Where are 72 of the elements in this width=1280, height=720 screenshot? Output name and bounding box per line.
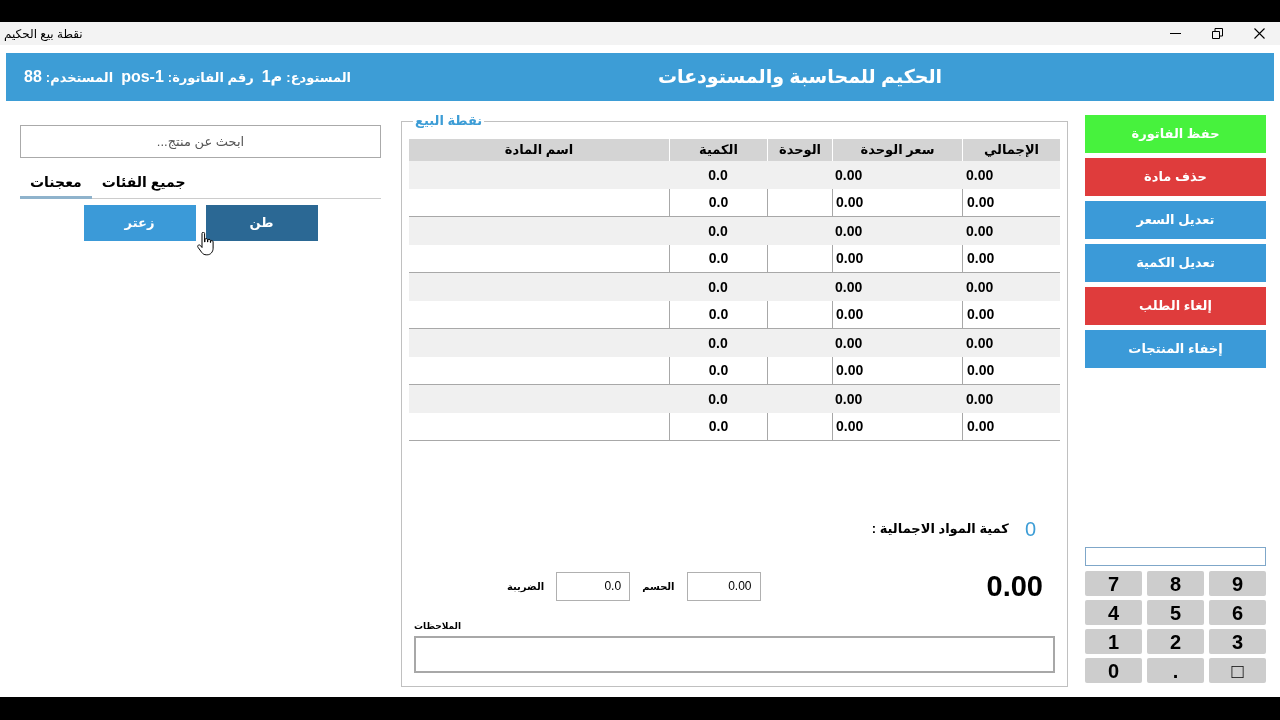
table-cell: 0.0 (669, 301, 767, 328)
info-value: 88 (24, 67, 42, 87)
table-cell-text: 0.00 (965, 277, 995, 297)
tax-field[interactable]: 0.0 (556, 571, 631, 601)
search-field[interactable]: ابحث عن منتج... (20, 125, 381, 158)
table-cell-text: 0.0 (707, 165, 729, 185)
keypad-key[interactable]: □ (1209, 658, 1266, 683)
table-cell-text: 0.00 (834, 389, 864, 409)
table-cell-text: 0.00 (965, 221, 995, 241)
panel-legend: نقطة البيع (413, 113, 485, 129)
notes-label: الملاحظات (414, 620, 461, 634)
keypad-key[interactable]: 8 (1147, 571, 1204, 596)
table-cell: 0.0 (669, 245, 767, 272)
table-cell: 0.00 (832, 189, 962, 216)
keypad-display[interactable] (1085, 547, 1266, 566)
keypad-key[interactable]: 7 (1085, 571, 1142, 596)
table-cell-text: 0.0 (707, 333, 729, 353)
table-cell: 0.00 (832, 413, 962, 440)
keypad-key[interactable]: . (1147, 658, 1204, 683)
table-cell: 0.00 (832, 301, 962, 328)
table-cell: 0.00 (962, 357, 1060, 384)
category-tab[interactable]: جميع الفئات (91, 168, 196, 199)
info-label: رقم الفاتورة: (167, 69, 254, 87)
discount-field[interactable]: 0.00 (686, 571, 761, 601)
keypad-key[interactable]: 6 (1209, 600, 1266, 625)
table-cell-text: 0.00 (834, 333, 864, 353)
table-cell: 0.00 (962, 245, 1060, 272)
notes-field[interactable] (414, 636, 1055, 673)
hand-cursor-icon (197, 232, 214, 256)
table-cell: 0.00 (962, 189, 1060, 216)
window-title: نقطة بيع الحكيم (3, 25, 83, 43)
info-label: المستخدم: (45, 69, 114, 88)
keypad-key[interactable]: 3 (1209, 629, 1266, 654)
table-cell-text: 0.00 (834, 221, 864, 241)
action-button[interactable]: إلغاء الطلب (1085, 287, 1266, 325)
grand-total: 0.00 (986, 571, 1043, 601)
discount-label: الحسم (642, 579, 675, 594)
app-title: الحكيم للمحاسبة والمستودعات (657, 64, 943, 90)
table-cell: 0.00 (832, 357, 962, 384)
table-cell-text: 0.0 (707, 389, 729, 409)
table-cell: 0.0 (669, 413, 767, 440)
info-value: pos-1 (121, 67, 164, 87)
close-icon (1253, 28, 1265, 39)
table-cell: 0.00 (832, 245, 962, 272)
keypad-key[interactable]: 4 (1085, 600, 1142, 625)
product-button[interactable]: طن (205, 205, 318, 241)
category-tab[interactable]: معجنات (20, 168, 92, 199)
column-header: اسم المادة (503, 141, 575, 160)
table-cell-text: 0.00 (965, 333, 995, 353)
total-items-label: كمية المواد الاجمالية : (871, 520, 1009, 539)
table-cell-text: 0.0 (707, 221, 729, 241)
table-cell-text: 0.00 (834, 165, 864, 185)
table-cell-text: 0.00 (834, 277, 864, 297)
table-cell: 0.0 (669, 357, 767, 384)
table-cell-text: 0.00 (965, 389, 995, 409)
action-button[interactable]: حذف مادة (1085, 158, 1266, 196)
table-cell-text: 0.00 (965, 165, 995, 185)
table-cell: 0.00 (962, 413, 1060, 440)
keypad-key[interactable]: 5 (1147, 600, 1204, 625)
keypad-key[interactable]: 1 (1085, 629, 1142, 654)
keypad-key[interactable]: 0 (1085, 658, 1142, 683)
info-label: المستودع: (286, 69, 351, 87)
total-items-value: 0 (1024, 517, 1036, 542)
keypad-key[interactable]: 2 (1147, 629, 1204, 654)
keypad-key[interactable]: 9 (1209, 571, 1266, 596)
minimize-icon (1169, 33, 1181, 34)
table-cell-text: 0.0 (707, 277, 729, 297)
table-cell: 0.0 (669, 189, 767, 216)
info-value: م1 (261, 67, 283, 88)
tax-label: الضريبة (506, 579, 545, 594)
table-cell: 0.00 (962, 301, 1060, 328)
restore-icon (1211, 28, 1223, 39)
